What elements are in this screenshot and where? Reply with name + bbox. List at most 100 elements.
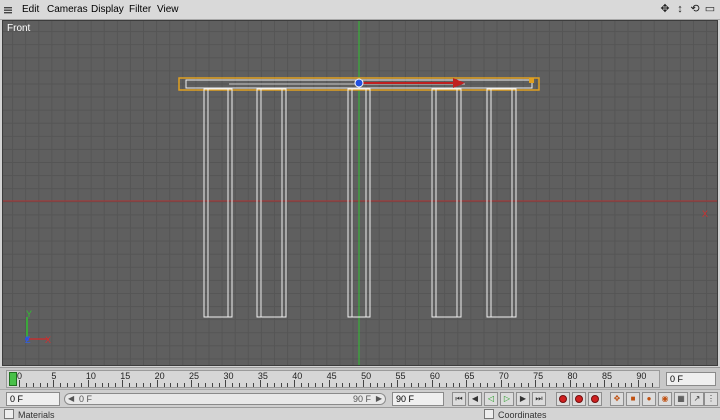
menu-view[interactable]: View [157,4,179,15]
timeline-tick-mark [555,383,557,387]
timeline-ruler[interactable]: 0 5 10 15 20 25 30 35 40 45 50 55 60 65 70 75 80 85 90 [6,370,660,388]
rotate-view-icon[interactable]: ⟲ [689,3,701,15]
goto-end-button[interactable]: ⏭ [532,392,546,406]
range-start-label: 0 F [79,394,93,404]
next-key-button[interactable]: ▶ [516,392,530,406]
timeline-tick-mark [418,383,420,387]
menu-display[interactable]: Display [91,4,124,15]
timeline-tick-mark [25,383,27,387]
menu-grip-icon[interactable] [3,5,13,15]
materials-panel-tab[interactable]: Materials [4,409,55,420]
timeline-tick-mark [19,380,20,387]
autokey-icon [575,395,583,403]
timeline-tick-mark [376,383,378,387]
record-button[interactable] [556,392,570,406]
viewport-menubar: Edit Cameras Display Filter View ✥ ↕ ⟲ ▭ [0,0,720,20]
timeline-tick-mark [60,383,62,387]
play-forward-button[interactable]: ▷ [500,392,514,406]
move-view-icon[interactable]: ✥ [659,3,671,15]
timeline-tick-mark [486,383,488,387]
timeline-tick-mark [459,383,461,387]
viewport-label: Front [7,23,31,34]
timeline-tick-mark [108,383,110,387]
autokey-button[interactable] [572,392,586,406]
keyframe-help-button[interactable] [588,392,602,406]
panel-toggle-icon [4,409,14,419]
timeline-tick-mark [480,383,482,387]
slider-right-arrow-icon[interactable]: ▶ [376,394,382,404]
param-key-button[interactable]: ◉ [658,392,672,406]
timeline-tick-mark [521,383,523,387]
axis-label-y: Y [26,309,32,319]
range-slider[interactable]: ◀ 0 F 90 F ▶ [64,393,386,405]
prev-key-button[interactable]: ◀ [468,392,482,406]
timeline-tick-mark [603,380,605,387]
timeline-tick-mark [156,380,158,387]
timeline-tick-mark [32,383,34,387]
object-axis-center [354,78,364,88]
timeline-tick-mark [404,383,406,387]
dolly-view-icon[interactable]: ↕ [674,3,686,15]
rotate-key-button[interactable]: ● [642,392,656,406]
timeline-tick-mark [445,383,447,387]
goto-start-button[interactable]: ⏮ [452,392,466,406]
timeline-tick-mark [597,383,599,387]
timeline-tick-mark [590,383,592,387]
timeline-tick-mark [280,383,282,387]
current-frame-marker[interactable] [9,372,17,386]
timeline-tick-mark [135,383,137,387]
timeline-tick-mark [273,383,275,387]
timeline-tick-mark [308,383,310,387]
slider-left-arrow-icon[interactable]: ◀ [68,394,74,404]
timeline-tick-mark [101,383,103,387]
current-frame-field[interactable]: 0 F [666,372,716,386]
timeline-tick-mark [122,380,124,387]
coordinates-label: Coordinates [498,410,547,420]
maximize-view-icon[interactable]: ▭ [704,3,716,15]
timeline-tick-mark [266,383,268,387]
column-2 [256,88,287,318]
timeline-tick-mark [363,380,365,387]
menu-cameras[interactable]: Cameras [47,4,88,15]
end-frame-field[interactable]: 90 F [392,392,444,406]
timeline-tick-mark [252,383,254,387]
timeline-tick-mark [507,383,509,387]
menu-filter[interactable]: Filter [129,4,151,15]
timeline-tick-mark [383,383,385,387]
help-icon [591,395,599,403]
timeline-tick-mark [94,383,96,387]
timeline-tick-mark [239,383,241,387]
record-icon [559,395,567,403]
viewport-nav-icons: ✥ ↕ ⟲ ▭ [659,3,716,17]
timeline-tick-mark [87,380,89,387]
move-key-button[interactable]: ✥ [610,392,624,406]
play-backward-button[interactable]: ◁ [484,392,498,406]
coordinates-panel-tab[interactable]: Coordinates [484,409,547,420]
column-5 [486,88,517,318]
timeline-tick-mark [191,380,193,387]
timeline-tick-mark [225,380,227,387]
timeline-tick-mark [211,383,213,387]
timeline-tick-mark [624,383,626,387]
bottom-panels: Materials Coordinates [0,407,720,420]
start-frame-field[interactable]: 0 F [6,392,60,406]
timeline-tick-mark [197,383,199,387]
options-key-button[interactable]: ⋮ [704,392,718,406]
timeline-tick-mark [397,380,399,387]
timeline-tick-mark [631,383,633,387]
timeline-tick-mark [115,383,117,387]
timeline-tick-mark [53,380,55,387]
timeline-tick-mark [452,383,454,387]
timeline-tick-mark [259,380,261,387]
timeline-tick-mark [645,383,647,387]
timeline-tick-mark [369,383,371,387]
menu-edit[interactable]: Edit [22,4,39,15]
scale-key-button[interactable]: ■ [626,392,640,406]
point-key-button[interactable]: ↗ [690,392,704,406]
timeline-tick-mark [314,383,316,387]
grid-key-button[interactable]: ▦ [674,392,688,406]
timeline-tick-mark [548,383,550,387]
front-viewport[interactable]: Y Z X X Front [2,20,718,366]
timeline-tick-mark [438,383,440,387]
timeline-tick-mark [652,383,654,387]
